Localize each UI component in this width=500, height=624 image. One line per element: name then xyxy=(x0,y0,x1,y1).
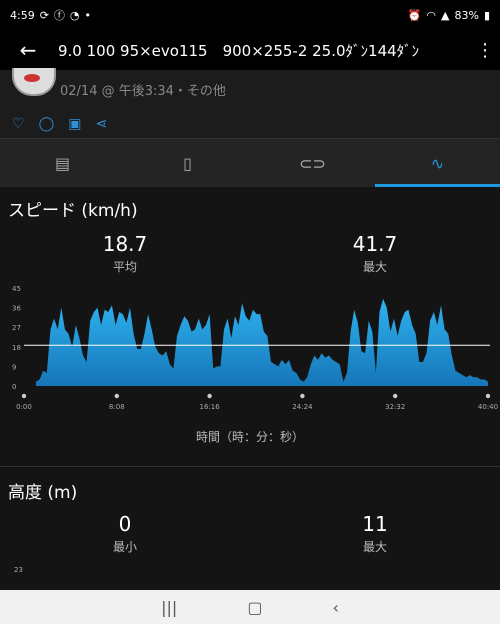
x-tick-dot xyxy=(207,393,212,399)
messenger-icon: ◔ xyxy=(69,8,80,22)
altitude-max: 11 最大 xyxy=(315,512,435,555)
x-tick-dot xyxy=(393,393,398,399)
action-row: ♡ ◯ ▣ ⋖ xyxy=(0,110,500,138)
speed-average-value: 18.7 xyxy=(102,232,148,256)
home-icon[interactable]: ▢ xyxy=(247,598,262,617)
system-back-icon[interactable]: ‹ xyxy=(332,598,338,617)
altitude-min-label: 最小 xyxy=(112,540,137,554)
y-tick-label: 36 xyxy=(12,305,21,313)
x-tick-label: 24:24 xyxy=(292,403,313,411)
charts-icon: ∿ xyxy=(430,153,445,173)
alarm-icon: ⏰ xyxy=(407,8,422,22)
speed-max-label: 最大 xyxy=(362,260,387,274)
speed-x-axis-label: 時間（時：分：秒） xyxy=(195,430,304,444)
recent-apps-icon[interactable]: ||| xyxy=(161,598,177,617)
comment-icon[interactable]: ◯ xyxy=(39,116,55,132)
add-photo-icon[interactable]: ▣ xyxy=(68,116,81,132)
system-nav-bar: ||| ▢ ‹ xyxy=(0,590,500,624)
altitude-y-tick: 23 xyxy=(14,566,23,574)
battery-icon: ▮ xyxy=(483,8,490,22)
speed-chart[interactable]: 45 36 27 18 9 0 0:00 8:08 16:16 24:24 32:32 40:40 xyxy=(0,282,500,432)
facebook-icon: ⓕ xyxy=(53,9,65,22)
y-tick-label: 0 xyxy=(12,383,16,391)
x-tick-label: 40:40 xyxy=(478,403,498,411)
tab-charts[interactable]: ∿ xyxy=(375,139,500,187)
x-tick-dot xyxy=(300,393,305,399)
x-tick-label: 0:00 xyxy=(16,403,32,411)
overview-icon: ▤ xyxy=(54,153,71,173)
battery-text: 83% xyxy=(454,8,479,22)
back-arrow-icon[interactable]: ← xyxy=(8,38,48,62)
x-tick-dot xyxy=(21,393,27,399)
tab-bar: ▤ ▯ ⊂⊃ ∿ xyxy=(0,138,500,187)
x-tick-dot xyxy=(485,393,491,399)
stats-icon: ▯ xyxy=(183,153,192,173)
y-tick-label: 9 xyxy=(12,363,16,371)
x-tick-label: 8:08 xyxy=(109,403,125,411)
signal-icon: ▲ xyxy=(441,8,450,22)
y-tick-label: 18 xyxy=(12,344,21,352)
x-tick-dot xyxy=(114,393,120,399)
speed-average: 18.7 平均 xyxy=(65,232,185,275)
speed-area-series xyxy=(36,298,488,386)
like-icon[interactable]: ♡ xyxy=(12,116,25,132)
speed-max-value: 41.7 xyxy=(352,232,398,256)
altitude-max-value: 11 xyxy=(362,512,388,536)
speed-title: スピード (km/h) xyxy=(8,201,138,221)
more-options-icon[interactable]: ⋮ xyxy=(470,40,500,61)
status-time: 4:59 xyxy=(10,8,35,22)
x-tick-label: 16:16 xyxy=(200,403,221,411)
altitude-min: 0 最小 xyxy=(65,512,185,555)
tab-laps[interactable]: ⊂⊃ xyxy=(250,139,375,187)
altitude-min-value: 0 xyxy=(118,512,132,536)
status-bar: 4:59 ⟳ ⓕ ◔ • ⏰ ◠ ▲ 83% ▮ xyxy=(0,0,500,30)
altitude-max-label: 最大 xyxy=(362,540,387,554)
speed-average-label: 平均 xyxy=(112,260,137,274)
tab-stats[interactable]: ▯ xyxy=(125,139,250,187)
wifi-icon: ◠ xyxy=(426,8,437,22)
y-tick-label: 45 xyxy=(12,285,21,293)
laps-icon: ⊂⊃ xyxy=(299,153,326,173)
avatar[interactable] xyxy=(12,68,56,96)
activity-header: 02/14 @ 午後3:34・その他 xyxy=(0,68,500,110)
activity-date: 02/14 @ 午後3:34・その他 xyxy=(60,84,226,99)
activity-title: 9.0 100 95×evo115 900×255-2 25.0ﾀﾞﾝ144ﾀﾞ… xyxy=(58,41,420,60)
share-icon[interactable]: ⋖ xyxy=(95,116,107,132)
tab-overview[interactable]: ▤ xyxy=(0,139,125,187)
x-tick-label: 32:32 xyxy=(385,403,405,411)
altitude-title: 高度 (m) xyxy=(8,483,78,503)
sync-icon: ⟳ xyxy=(39,8,49,22)
section-divider xyxy=(0,466,500,467)
dot-icon: • xyxy=(84,8,92,22)
y-tick-label: 27 xyxy=(12,324,21,332)
speed-max: 41.7 最大 xyxy=(315,232,435,275)
app-bar: ← 9.0 100 95×evo115 900×255-2 25.0ﾀﾞﾝ144… xyxy=(0,30,500,70)
